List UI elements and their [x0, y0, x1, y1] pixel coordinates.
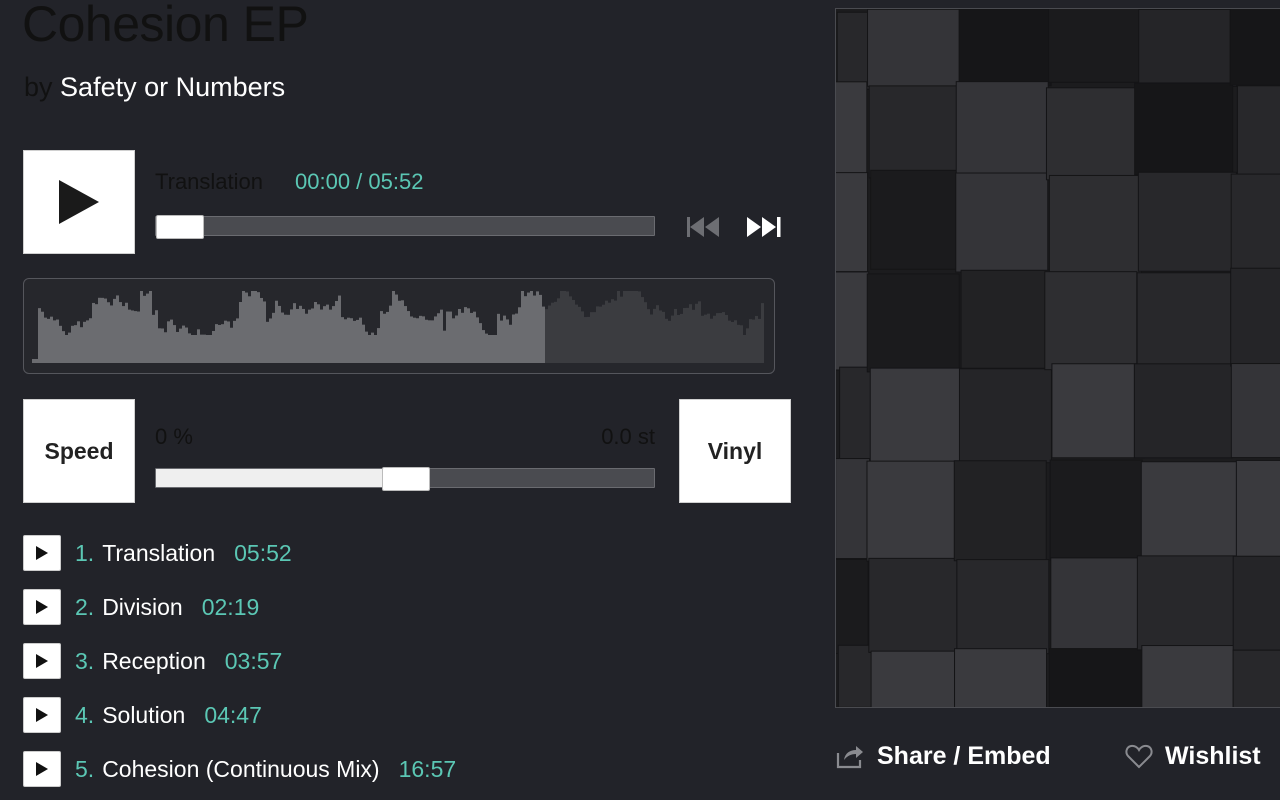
- by-label: by: [24, 72, 53, 102]
- heart-icon: [1125, 744, 1153, 769]
- track-title[interactable]: Cohesion (Continuous Mix): [102, 756, 379, 783]
- track-row: 1. Translation 05:52: [23, 535, 292, 571]
- wishlist-button[interactable]: Wishlist: [1125, 738, 1261, 774]
- play-button[interactable]: [23, 150, 135, 254]
- artist-link[interactable]: Safety or Numbers: [60, 72, 285, 102]
- album-art[interactable]: [835, 8, 1280, 708]
- speed-slider-fill: [156, 469, 406, 487]
- play-icon: [36, 600, 48, 614]
- play-icon: [36, 762, 48, 776]
- play-icon: [36, 546, 48, 560]
- track-title[interactable]: Solution: [102, 702, 185, 729]
- track-row: 3. Reception 03:57: [23, 643, 282, 679]
- waveform-bars: [32, 291, 764, 363]
- vinyl-button[interactable]: Vinyl: [679, 399, 791, 503]
- track-play-button[interactable]: [23, 697, 61, 733]
- progress-thumb[interactable]: [156, 215, 204, 239]
- track-duration: 02:19: [201, 593, 260, 620]
- track-duration: 05:52: [234, 539, 292, 566]
- track-title[interactable]: Reception: [102, 648, 206, 675]
- album-title: Cohesion EP: [22, 0, 309, 52]
- play-icon: [36, 654, 48, 668]
- prev-track-button[interactable]: [684, 213, 724, 241]
- track-title[interactable]: Translation: [102, 540, 215, 567]
- wishlist-label: Wishlist: [1165, 741, 1261, 770]
- track-play-button[interactable]: [23, 643, 61, 679]
- track-row: 4. Solution 04:47: [23, 697, 262, 733]
- track-play-button[interactable]: [23, 589, 61, 625]
- track-number: 1.: [75, 539, 95, 566]
- track-duration: 16:57: [398, 755, 457, 782]
- speed-value: 0 %: [155, 424, 193, 449]
- now-playing-title: Translation: [155, 169, 264, 194]
- track-duration: 04:47: [204, 701, 262, 728]
- share-embed-button[interactable]: Share / Embed: [835, 738, 1051, 774]
- track-number: 5.: [75, 755, 95, 782]
- track-row: 2. Division 02:19: [23, 589, 259, 625]
- track-number: 3.: [75, 647, 95, 674]
- speed-slider[interactable]: [155, 467, 655, 491]
- speed-slider-thumb[interactable]: [382, 467, 430, 491]
- skip-next-icon: [747, 217, 781, 237]
- speed-button[interactable]: Speed: [23, 399, 135, 503]
- progress-bar[interactable]: [155, 215, 655, 239]
- share-embed-label: Share / Embed: [877, 741, 1051, 770]
- track-play-button[interactable]: [23, 535, 61, 571]
- skip-previous-icon: [687, 217, 719, 237]
- next-track-button[interactable]: [744, 213, 784, 241]
- track-row: 5. Cohesion (Continuous Mix) 16:57: [23, 751, 456, 787]
- pitch-value: 0.0 st: [601, 424, 655, 449]
- play-icon: [59, 180, 99, 224]
- album-art-pattern: [836, 9, 1280, 707]
- track-title[interactable]: Division: [102, 594, 183, 621]
- byline: by Safety or Numbers: [24, 70, 285, 104]
- waveform[interactable]: [23, 278, 775, 374]
- time-display: 00:00 / 05:52: [295, 169, 424, 194]
- track-play-button[interactable]: [23, 751, 61, 787]
- track-number: 2.: [75, 593, 95, 620]
- track-number: 4.: [75, 701, 95, 728]
- track-duration: 03:57: [224, 647, 283, 674]
- share-icon: [836, 746, 863, 769]
- play-icon: [36, 708, 48, 722]
